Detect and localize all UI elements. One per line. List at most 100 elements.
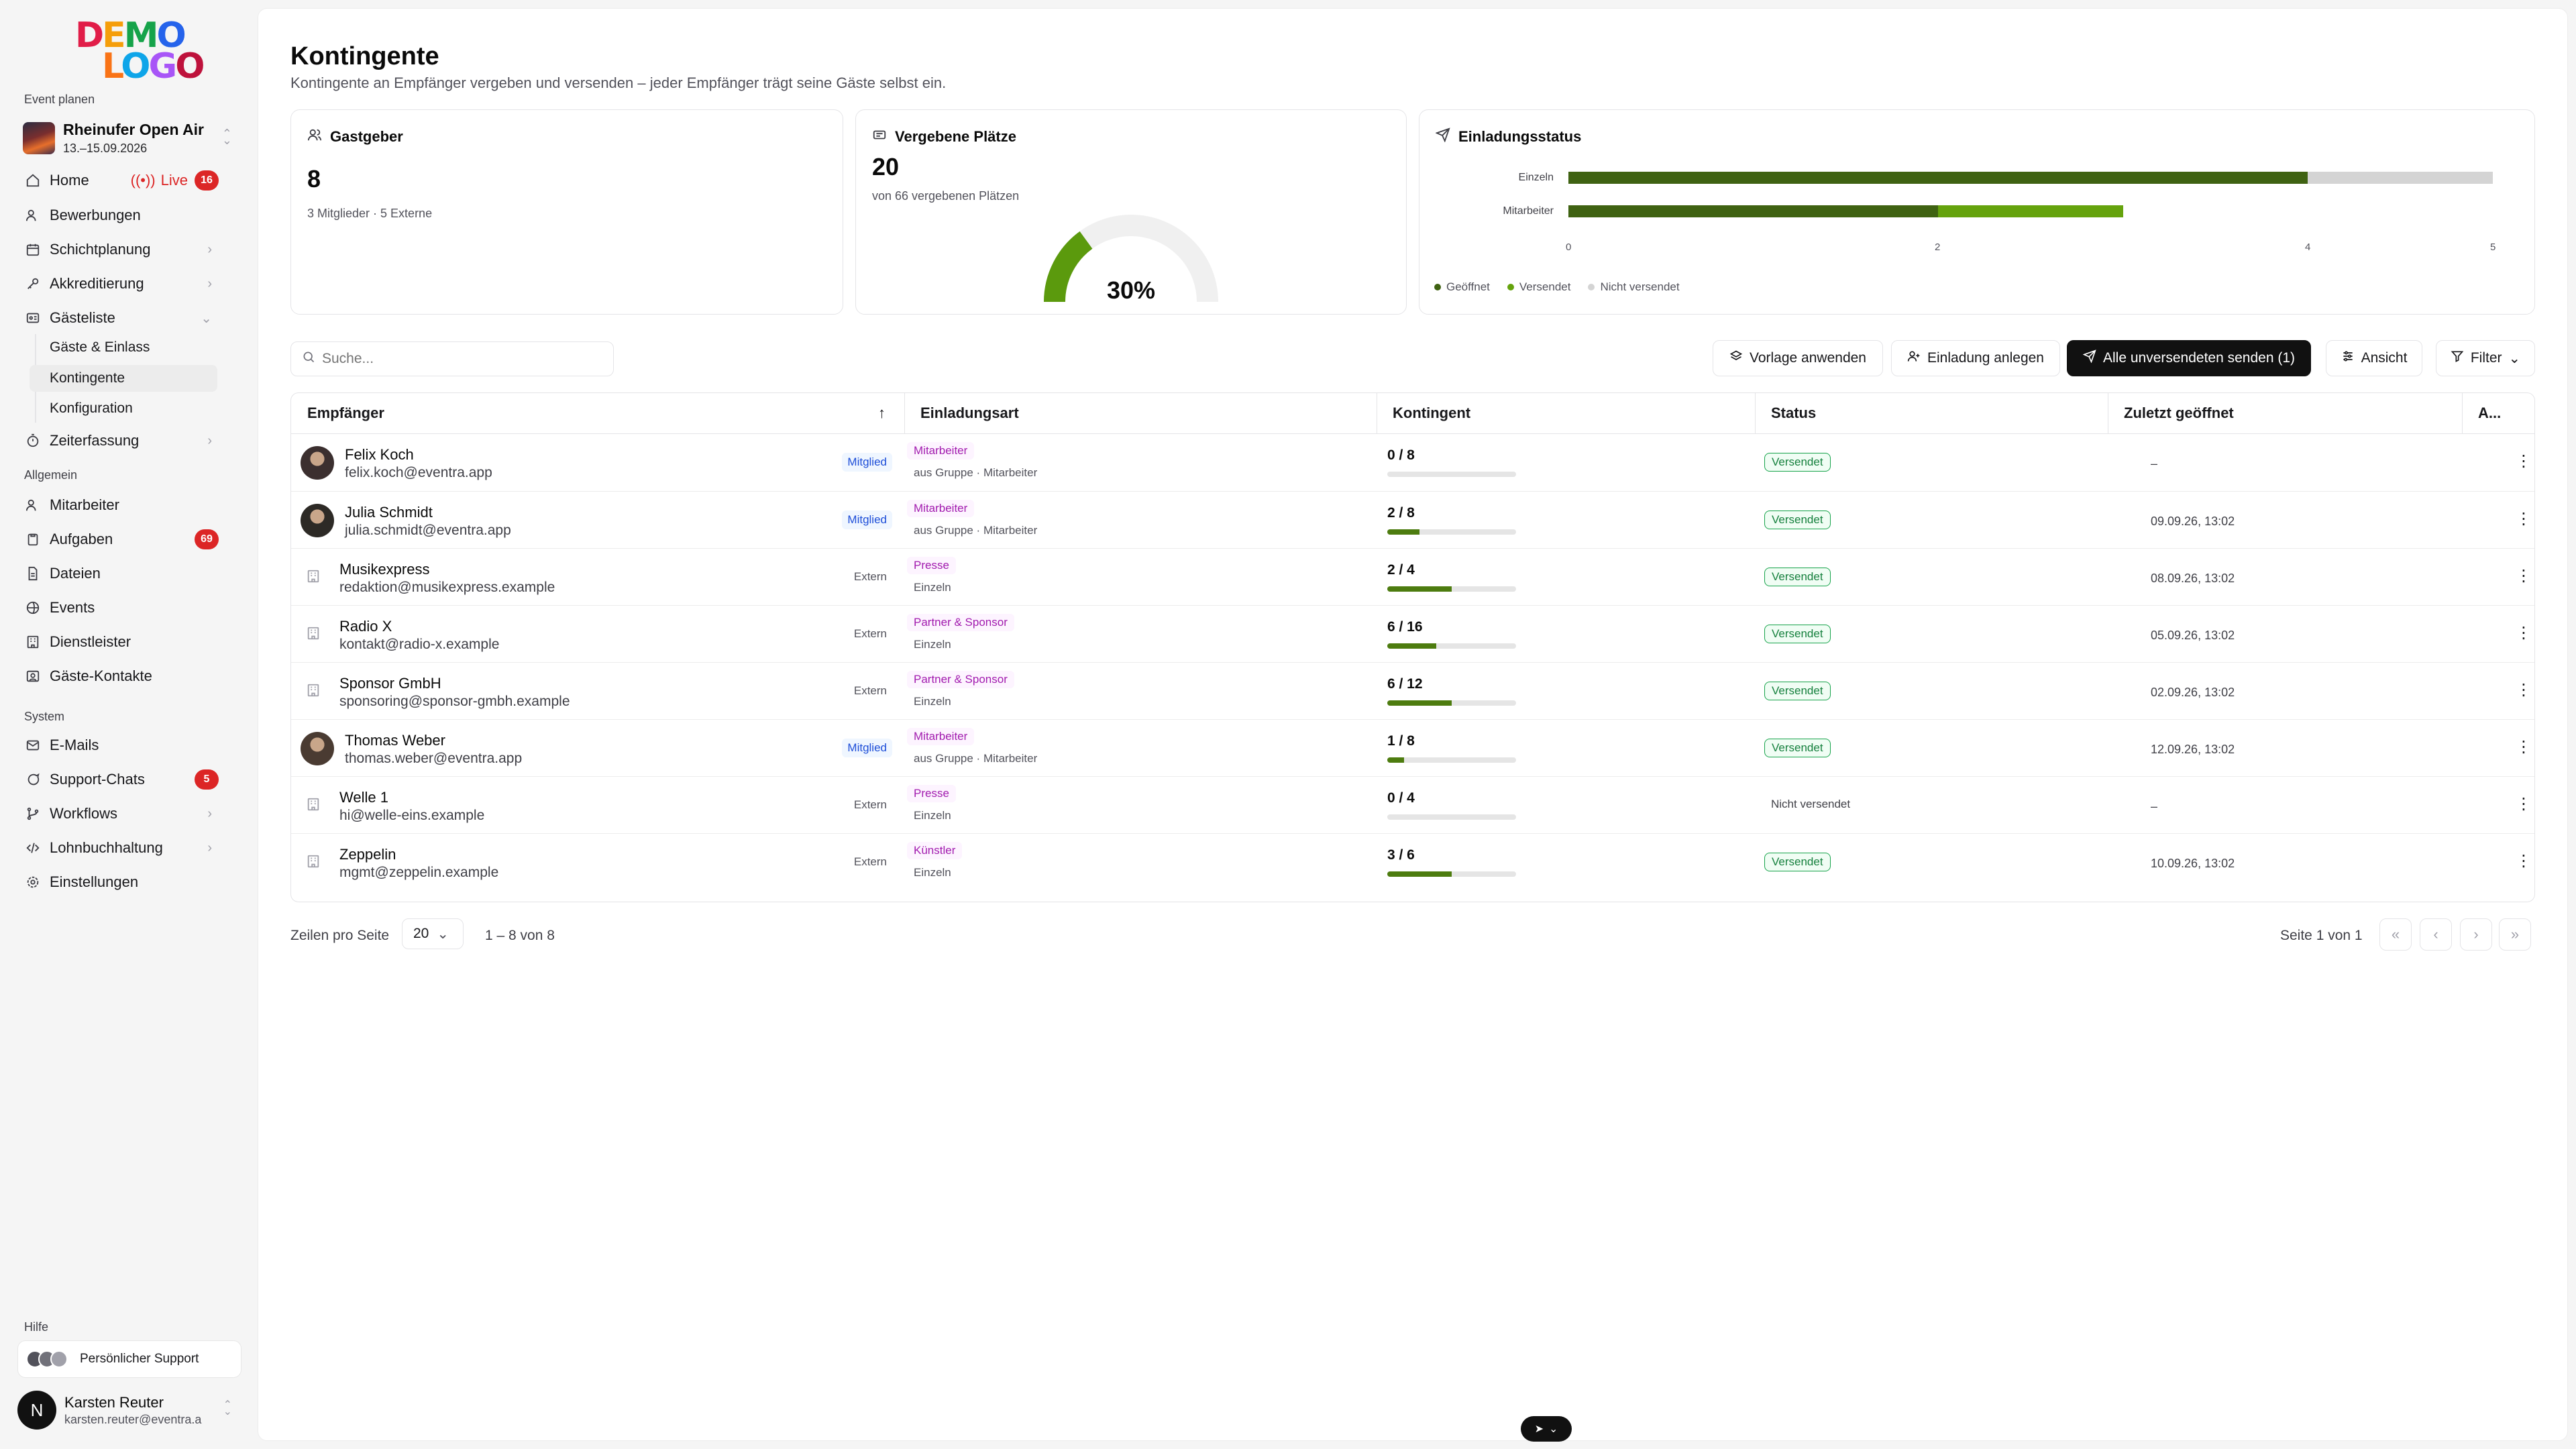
subnav-kontingente[interactable]: Kontingente <box>30 365 217 392</box>
view-options-button[interactable]: Ansicht <box>2326 340 2422 376</box>
building-icon <box>306 683 322 699</box>
nav-zeiterfassung[interactable]: Zeiterfassung › <box>19 425 236 456</box>
create-invitation-label: Einladung anlegen <box>1927 350 2044 366</box>
layers-icon <box>1729 350 1743 367</box>
users-icon <box>307 127 322 146</box>
nav-support-chats[interactable]: Support-Chats 5 <box>19 764 236 795</box>
nav-workflows[interactable]: Workflows › <box>19 798 236 829</box>
send-all-unsent-label: Alle unversendeten senden (1) <box>2102 350 2296 366</box>
event-thumbnail <box>23 122 55 154</box>
more-vertical-icon[interactable]: ⋮ <box>2516 509 2532 529</box>
gastgeber-count: 8 <box>307 165 321 193</box>
nav-mitarbeiter[interactable]: Mitarbeiter <box>19 490 236 521</box>
recipient-email: redaktion@musikexpress.example <box>339 580 555 595</box>
column-header-empfaenger[interactable]: Empfänger ↑ <box>291 393 904 433</box>
column-header-kontingent[interactable]: Kontingent <box>1377 393 1755 433</box>
table-row[interactable]: Sponsor GmbH sponsoring@sponsor-gmbh.exam… <box>291 662 2534 719</box>
search-field[interactable] <box>290 341 614 376</box>
nav-aufgaben[interactable]: Aufgaben 69 <box>19 524 236 555</box>
last-opened: 05.09.26, 13:02 <box>2151 629 2235 642</box>
nav-schichtplanung[interactable]: Schichtplanung › <box>19 234 236 265</box>
legend-item-not-sent: Nicht versendet <box>1588 280 1680 294</box>
send-icon: ➤ <box>1534 1424 1544 1435</box>
next-page-button[interactable]: › <box>2460 918 2492 951</box>
nav-dateien[interactable]: Dateien <box>19 558 236 589</box>
arrow-up-icon: ↑ <box>878 405 885 421</box>
column-header-zuletzt-geoeffnet[interactable]: Zuletzt geöffnet <box>2108 393 2462 433</box>
last-page-button[interactable]: » <box>2499 918 2531 951</box>
table-row[interactable]: Zeppelin mgmt@zeppelin.example Extern Künst… <box>291 833 2534 890</box>
nav-akkreditierung[interactable]: Akkreditierung › <box>19 268 236 299</box>
quota-value: 2 / 8 <box>1387 505 1415 521</box>
rows-per-page-select[interactable]: 20 ⌄ <box>402 918 464 949</box>
table-row[interactable]: Felix Koch felix.koch@eventra.app Mitglied… <box>291 434 2534 491</box>
table-row[interactable]: Julia Schmidt julia.schmidt@eventra.app Mi… <box>291 491 2534 548</box>
building-icon <box>306 569 322 585</box>
more-vertical-icon[interactable]: ⋮ <box>2516 623 2532 643</box>
user-menu[interactable]: N Karsten Reuter karsten.reuter@eventra.… <box>17 1389 239 1432</box>
invitation-type-detail: aus Gruppe · Mitarbeiter <box>914 466 1038 479</box>
more-vertical-icon[interactable]: ⋮ <box>2516 451 2532 471</box>
chevron-right-icon: › <box>207 241 212 257</box>
live-label: Live <box>160 172 188 189</box>
table-row[interactable]: Radio X kontakt@radio-x.example Extern Part… <box>291 605 2534 662</box>
filter-button[interactable]: Filter ⌄ <box>2436 340 2535 376</box>
nav-einstellungen[interactable]: Einstellungen <box>19 867 236 898</box>
recipient-type-badge: Extern <box>853 684 887 697</box>
table-row[interactable]: Musikexpress redaktion@musikexpress.examp… <box>291 548 2534 605</box>
nav-schichtplanung-label: Schichtplanung <box>50 241 151 258</box>
more-vertical-icon[interactable]: ⋮ <box>2516 737 2532 757</box>
gear-icon <box>24 873 42 891</box>
nav-gaeste-kontakte[interactable]: Gäste-Kontakte <box>19 661 236 692</box>
apply-template-button[interactable]: Vorlage anwenden <box>1713 340 1883 376</box>
first-page-button[interactable]: « <box>2379 918 2412 951</box>
nav-lohnbuchhaltung-label: Lohnbuchhaltung <box>50 839 163 856</box>
nav-dienstleister[interactable]: Dienstleister <box>19 627 236 657</box>
previous-page-button[interactable]: ‹ <box>2420 918 2452 951</box>
contact-icon <box>24 667 42 685</box>
nav-lohnbuchhaltung[interactable]: Lohnbuchhaltung › <box>19 833 236 863</box>
more-vertical-icon[interactable]: ⋮ <box>2516 680 2532 700</box>
nav-gaesteliste[interactable]: Gästeliste ⌄ <box>19 303 236 333</box>
send-menu-floating-button[interactable]: ➤ ⌄ <box>1521 1416 1572 1442</box>
filter-label: Filter <box>2470 350 2502 366</box>
bar-segment-opened <box>1568 172 2308 184</box>
send-all-unsent-button[interactable]: Alle unversendeten senden (1) <box>2067 340 2311 376</box>
search-input[interactable] <box>322 351 590 367</box>
table-row[interactable]: Thomas Weber thomas.weber@eventra.app Mitg… <box>291 719 2534 776</box>
personal-support-button[interactable]: Persönlicher Support <box>17 1340 241 1378</box>
subnav-konfiguration[interactable]: Konfiguration <box>30 395 217 422</box>
more-vertical-icon[interactable]: ⋮ <box>2516 851 2532 871</box>
subnav-gaeste-einlass[interactable]: Gäste & Einlass <box>30 334 217 361</box>
quota-progress-fill <box>1387 757 1404 763</box>
nav-events[interactable]: Events <box>19 592 236 623</box>
column-header-actions[interactable]: A... <box>2462 393 2534 433</box>
avatar <box>301 732 334 765</box>
recipient-name: Radio X <box>339 618 392 635</box>
quota-value: 1 / 8 <box>1387 733 1415 749</box>
nav-home[interactable]: Home ((•)) Live 16 <box>19 165 236 196</box>
card-title-text: Gastgeber <box>330 128 403 145</box>
card-title-text: Vergebene Plätze <box>895 128 1016 145</box>
recipient-email: kontakt@radio-x.example <box>339 637 500 652</box>
nav-mitarbeiter-label: Mitarbeiter <box>50 496 119 513</box>
send-icon <box>2082 350 2096 367</box>
building-icon <box>306 626 322 642</box>
column-header-status[interactable]: Status <box>1755 393 2108 433</box>
page-title: Kontingente <box>290 42 439 70</box>
rows-per-page-value: 20 <box>413 926 429 941</box>
create-invitation-button[interactable]: Einladung anlegen <box>1891 340 2060 376</box>
quota-value: 6 / 12 <box>1387 676 1423 692</box>
file-icon <box>24 565 42 582</box>
event-switcher[interactable]: Rheinufer Open Air 13.–15.09.2026 ⌃ ⌄ <box>23 119 235 157</box>
card-title: Vergebene Plätze <box>872 127 1016 146</box>
building-icon <box>24 633 42 651</box>
nav-bewerbungen[interactable]: Bewerbungen <box>19 200 236 231</box>
column-header-einladungsart[interactable]: Einladungsart <box>904 393 1377 433</box>
nav-emails[interactable]: E-Mails <box>19 730 236 761</box>
quota-value: 3 / 6 <box>1387 847 1415 863</box>
more-vertical-icon[interactable]: ⋮ <box>2516 566 2532 586</box>
table-row[interactable]: Welle 1 hi@welle-eins.example Extern Presse… <box>291 776 2534 833</box>
invitation-type-badge: Mitarbeiter <box>907 500 975 517</box>
more-vertical-icon[interactable]: ⋮ <box>2516 794 2532 814</box>
